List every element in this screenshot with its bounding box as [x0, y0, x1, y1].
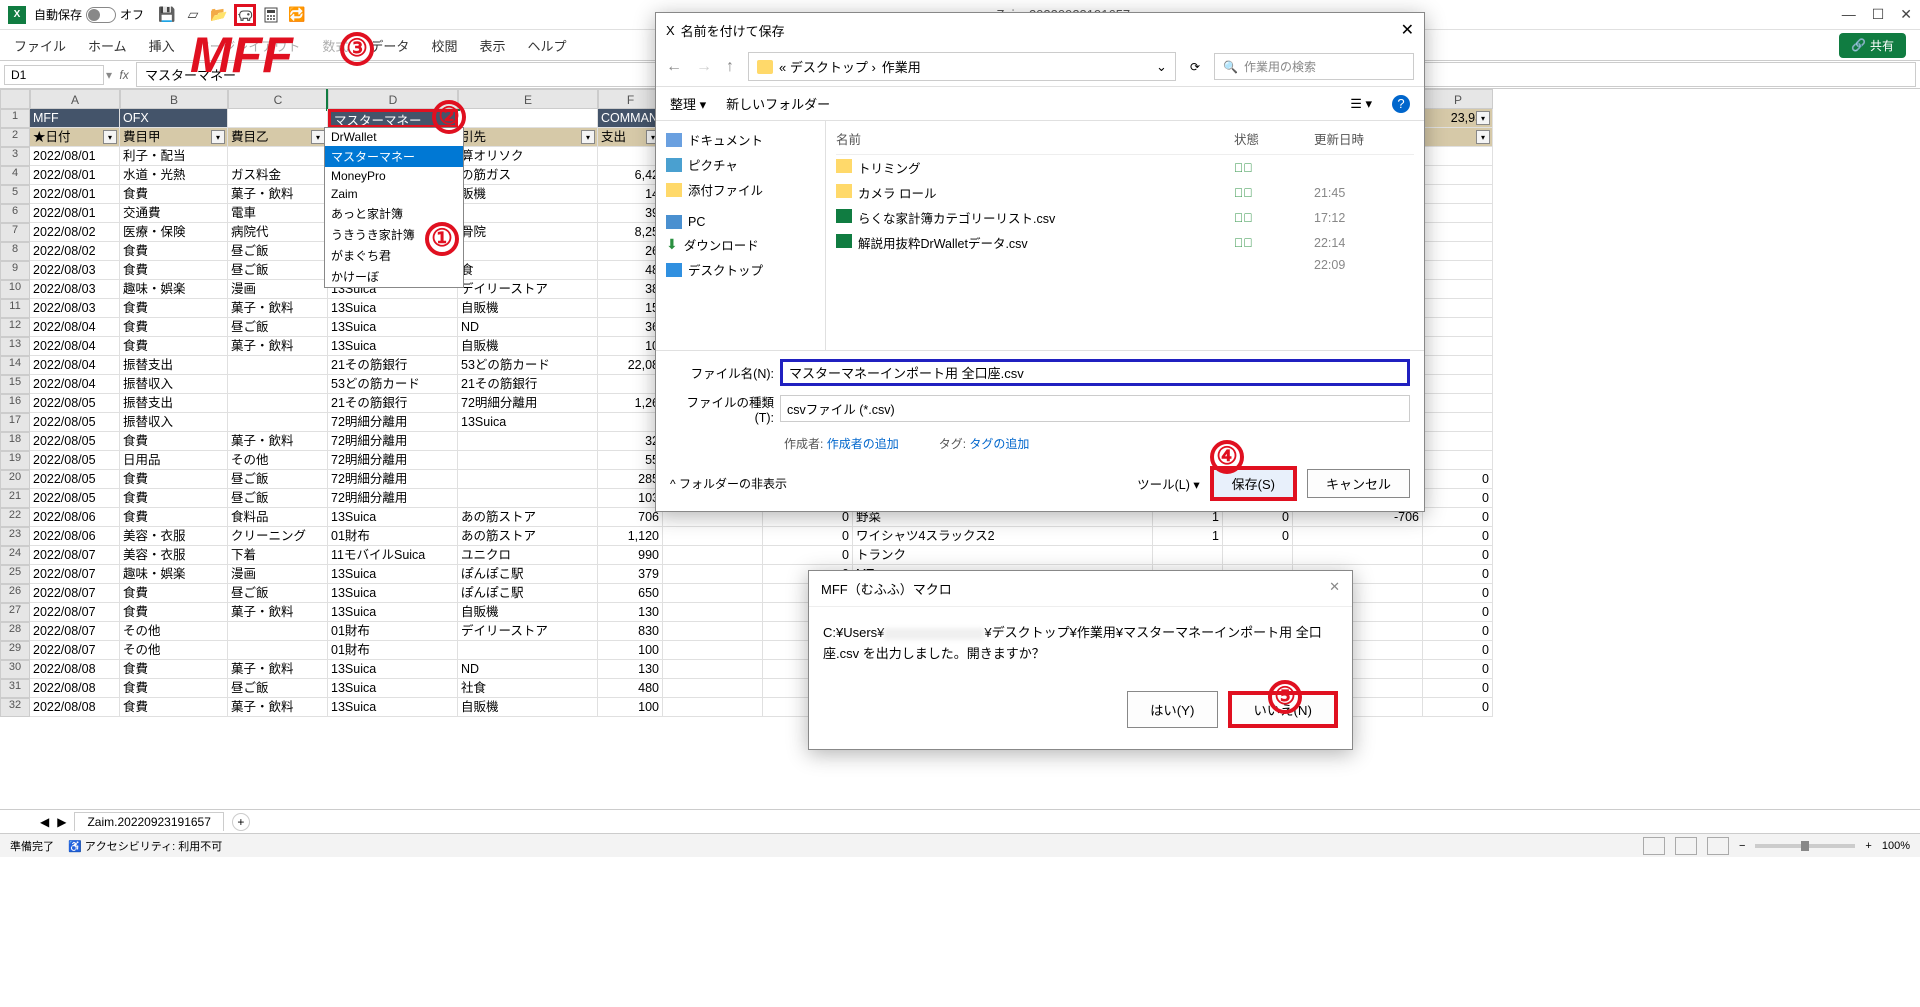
autosave-label: 自動保存 [34, 6, 82, 23]
yes-button[interactable]: はい(Y) [1127, 691, 1217, 728]
name-box[interactable]: D1 [4, 65, 104, 85]
tab-view[interactable]: 表示 [479, 36, 505, 55]
filename-label: ファイル名(N): [670, 363, 780, 382]
tree-pc[interactable]: PC [664, 212, 817, 232]
minimize-icon[interactable]: — [1842, 6, 1856, 23]
zoom-slider[interactable] [1755, 844, 1855, 848]
tools-button[interactable]: ツール(L) ▾ [1137, 474, 1200, 493]
nav-back-icon[interactable]: ← [666, 58, 682, 76]
macro-dialog: MFF（むふふ）マクロ ✕ C:¥Users¥¥デスクトップ¥作業用¥マスターマ… [808, 570, 1353, 750]
statusbar: 準備完了 ♿ アクセシビリティ: 利用不可 − + 100% [0, 833, 1920, 857]
piggy-icon[interactable] [234, 4, 256, 26]
macro-message: C:¥Users¥¥デスクトップ¥作業用¥マスターマネーインポート用 全口座.c… [809, 607, 1352, 681]
macro-close-icon[interactable]: ✕ [1329, 579, 1340, 598]
sheet-nav-next[interactable]: ▶ [57, 815, 66, 829]
folder-tree[interactable]: ドキュメント ピクチャ 添付ファイル PC ⬇ダウンロード デスクトップ [656, 121, 826, 350]
hide-folders-button[interactable]: ^ フォルダーの非表示 [670, 475, 787, 492]
sheet-nav-prev[interactable]: ◀ [40, 815, 49, 829]
toggle-switch[interactable] [86, 7, 116, 23]
tree-downloads[interactable]: ⬇ダウンロード [664, 232, 817, 257]
save-as-dialog: X 名前を付けて保存 ✕ ← → ↑ « デスクトップ › 作業用 ⌄ ⟳ 🔍 … [655, 12, 1425, 512]
window-controls: — ☐ ✕ [1842, 6, 1912, 23]
column-d-dropdown[interactable]: DrWalletマスターマネーMoneyProZaimあっと家計簿うきうき家計簿… [324, 127, 464, 288]
open-icon[interactable]: 📂 [208, 4, 230, 26]
dropdown-option[interactable]: マスターマネー [325, 146, 463, 167]
file-row[interactable]: 解説用抜粋DrWalletデータ.csv✓⃝22:14 [836, 230, 1414, 255]
dropdown-option[interactable]: Zaim [325, 185, 463, 203]
zoom-percent[interactable]: 100% [1882, 840, 1910, 852]
sheet-tab-1[interactable]: Zaim.20220923191657 [74, 812, 223, 831]
calc-icon[interactable] [260, 4, 282, 26]
tree-pictures[interactable]: ピクチャ [664, 152, 817, 177]
col-date[interactable]: 更新日時 [1314, 129, 1414, 148]
dialog-close-icon[interactable]: ✕ [1401, 20, 1414, 40]
annotation-4: ④ [1210, 440, 1244, 474]
status-accessibility: ♿ アクセシビリティ: 利用不可 [68, 838, 222, 854]
add-author-link[interactable]: 作成者の追加 [827, 437, 899, 451]
dialog-title: 名前を付けて保存 [681, 21, 785, 40]
organize-button[interactable]: 整理 ▾ [670, 94, 706, 113]
save-icon[interactable]: 💾 [156, 4, 178, 26]
file-row[interactable]: 22:09 [836, 255, 1414, 275]
annotation-5: ⑤ [1268, 680, 1302, 714]
dropdown-option[interactable]: MoneyPro [325, 167, 463, 185]
excel-icon: X [666, 23, 675, 38]
view-page-icon[interactable] [1675, 837, 1697, 855]
fx-icon[interactable]: fx [114, 68, 134, 82]
nav-up-icon[interactable]: ↑ [726, 58, 734, 76]
mff-overlay-text: MFF [190, 30, 293, 80]
help-icon[interactable]: ? [1392, 95, 1410, 113]
share-button[interactable]: 🔗 共有 [1839, 33, 1906, 58]
file-row[interactable]: カメラ ロール✓⃝21:45 [836, 180, 1414, 205]
breadcrumb[interactable]: « デスクトップ › 作業用 ⌄ [748, 52, 1176, 81]
sheet-tabs: ◀ ▶ Zaim.20220923191657 + [0, 809, 1920, 833]
view-mode-icon[interactable]: ☰ ▾ [1350, 96, 1372, 112]
maximize-icon[interactable]: ☐ [1872, 6, 1885, 23]
tab-help[interactable]: ヘルプ [527, 36, 566, 55]
add-sheet-button[interactable]: + [232, 813, 250, 831]
tab-insert[interactable]: 挿入 [149, 36, 175, 55]
autosave-state: オフ [120, 6, 144, 23]
search-input[interactable]: 🔍 作業用の検索 [1214, 53, 1414, 80]
filetype-select[interactable]: csvファイル (*.csv) [780, 395, 1410, 422]
quick-access-toolbar: 💾 ▱ 📂 🔁 [156, 4, 308, 26]
dropdown-option[interactable]: かけーぼ [325, 266, 463, 287]
zoom-out-icon[interactable]: − [1739, 840, 1745, 852]
tab-review[interactable]: 校閲 [431, 36, 457, 55]
autosave-toggle[interactable]: 自動保存 オフ [34, 6, 144, 23]
tab-data[interactable]: データ [370, 36, 409, 55]
file-row[interactable]: らくな家計簿カテゴリーリスト.csv✓⃝17:12 [836, 205, 1414, 230]
file-list[interactable]: 名前 状態 更新日時 トリミング✓⃝カメラ ロール✓⃝21:45らくな家計簿カテ… [826, 121, 1424, 350]
cancel-button[interactable]: キャンセル [1307, 469, 1410, 498]
view-normal-icon[interactable] [1643, 837, 1665, 855]
file-row[interactable]: トリミング✓⃝ [836, 155, 1414, 180]
col-status[interactable]: 状態 [1234, 129, 1314, 148]
tab-file[interactable]: ファイル [14, 36, 66, 55]
tab-home[interactable]: ホーム [88, 36, 127, 55]
filetype-label: ファイルの種類(T): [670, 392, 780, 425]
zoom-in-icon[interactable]: + [1865, 840, 1871, 852]
tree-documents[interactable]: ドキュメント [664, 127, 817, 152]
dropdown-option[interactable]: あっと家計簿 [325, 203, 463, 224]
annotation-1: ① [425, 222, 459, 256]
status-ready: 準備完了 [10, 838, 54, 854]
annotation-3: ③ [340, 32, 374, 66]
annotation-2: ② [432, 100, 466, 134]
new-icon[interactable]: ▱ [182, 4, 204, 26]
filename-input[interactable] [780, 359, 1410, 386]
nav-forward-icon[interactable]: → [696, 58, 712, 76]
folder-icon [757, 60, 773, 74]
view-break-icon[interactable] [1707, 837, 1729, 855]
refresh-icon[interactable]: ⟳ [1190, 60, 1200, 74]
close-icon[interactable]: ✕ [1900, 6, 1912, 23]
add-tag-link[interactable]: タグの追加 [969, 437, 1029, 451]
col-name[interactable]: 名前 [836, 129, 1234, 148]
excel-icon: X [8, 6, 26, 24]
new-folder-button[interactable]: 新しいフォルダー [726, 94, 830, 113]
refresh-icon[interactable]: 🔁 [286, 4, 308, 26]
macro-dialog-title: MFF（むふふ）マクロ [821, 579, 952, 598]
tree-desktop[interactable]: デスクトップ [664, 257, 817, 282]
tree-attachments[interactable]: 添付ファイル [664, 177, 817, 202]
